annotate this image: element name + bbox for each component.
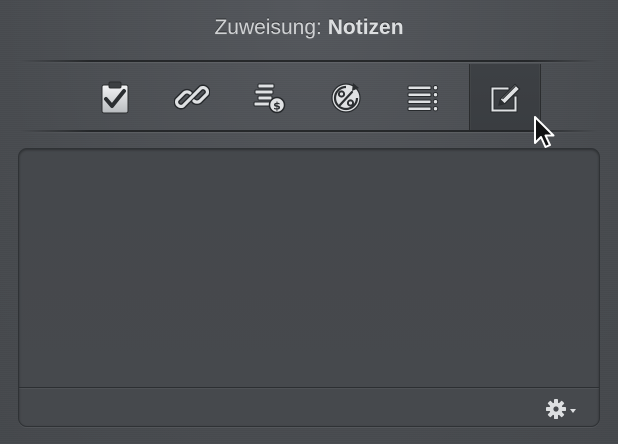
link-icon	[174, 79, 210, 115]
list-icon	[405, 79, 441, 115]
tab-cost[interactable]: $	[233, 64, 305, 130]
title-separator: :	[316, 16, 322, 39]
action-menu-button[interactable]	[545, 398, 581, 420]
percent-progress-icon	[328, 79, 364, 115]
tab-links[interactable]	[156, 64, 228, 130]
clipboard-check-icon	[97, 79, 133, 115]
svg-text:$: $	[273, 100, 281, 113]
notes-footer	[19, 387, 599, 426]
panel-title: Zuweisung: Notizen	[0, 12, 618, 44]
divider-top	[20, 60, 598, 63]
divider-bottom	[20, 130, 598, 133]
tab-task[interactable]	[79, 64, 151, 130]
notes-text-area[interactable]	[19, 149, 599, 387]
tab-list[interactable]	[387, 64, 459, 130]
tab-progress[interactable]	[310, 64, 382, 130]
tab-notes[interactable]	[469, 64, 541, 130]
note-pencil-icon	[487, 79, 523, 115]
title-label: Zuweisung	[214, 16, 317, 39]
notes-panel	[18, 148, 600, 427]
title-value: Notizen	[327, 16, 404, 39]
inspector-toolbar: $	[79, 64, 543, 130]
coins-cost-icon: $	[251, 79, 287, 115]
gear-dropdown-icon	[545, 398, 581, 420]
